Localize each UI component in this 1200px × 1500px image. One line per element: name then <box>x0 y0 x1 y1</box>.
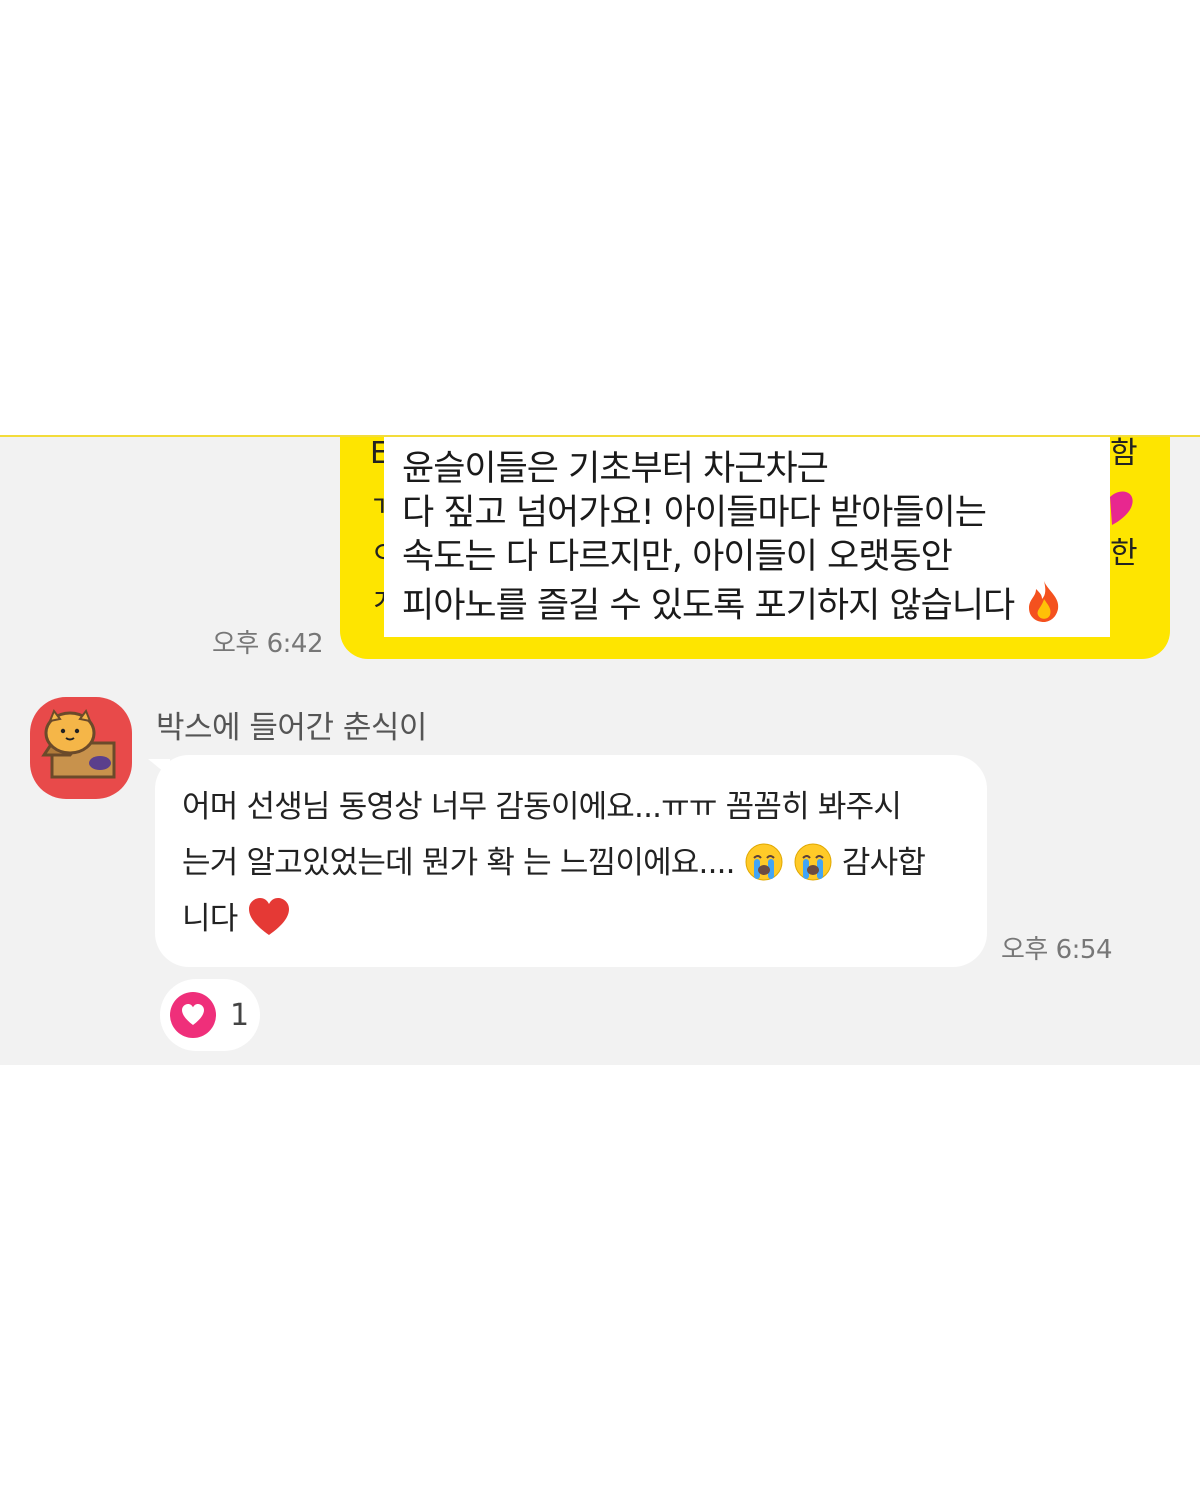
message-text-line: 는거 알고있었는데 뭔가 확 는 느낌이에요.... 감사합 <box>182 835 961 891</box>
pink-heart-icon <box>1110 491 1133 525</box>
chat-panel: E ㄲ ㅇ ㅈ 함 한 윤슬이들은 기초부터 차근차근 다 짚고 넘어가요! 아… <box>0 435 1200 1065</box>
overlay-text-line: 윤슬이들은 기초부터 차근차근 <box>402 449 829 489</box>
incoming-message-bubble[interactable]: 어머 선생님 동영상 너무 감동이에요...ㅠㅠ 꼼꼼히 봐주시 는거 알고있었… <box>155 755 987 967</box>
red-heart-emoji-icon <box>248 898 289 935</box>
sender-name[interactable]: 박스에 들어간 춘식이 <box>156 702 427 747</box>
cat-in-box-icon <box>41 708 116 779</box>
overlay-text-line: 피아노를 즐길 수 있도록 포기하지 않습니다 <box>402 579 1092 628</box>
bubble-edge-char: 함 <box>1110 436 1138 471</box>
reaction-button[interactable]: 1 <box>160 979 260 1051</box>
message-text: 는거 알고있었는데 뭔가 확 는 느낌이에요.... <box>182 845 736 881</box>
bubble-edge-char: 한 <box>1110 536 1138 571</box>
crying-face-emoji-icon <box>745 843 783 881</box>
reaction-count: 1 <box>230 997 250 1033</box>
message-text: 감사합 <box>841 845 926 881</box>
overlay-text-line: 다 짚고 넘어가요! 아이들마다 받아들이는 <box>402 493 987 533</box>
outgoing-message-time: 오후 6:42 <box>212 629 324 659</box>
sender-avatar[interactable] <box>30 697 132 799</box>
message-text: 니다 <box>182 901 238 937</box>
overlay-text-line: 속도는 다 다르지만, 아이들이 오랫동안 <box>402 537 953 577</box>
incoming-message-time: 오후 6:54 <box>1001 935 1113 965</box>
heart-icon <box>170 992 216 1038</box>
fire-emoji-icon <box>1029 581 1059 622</box>
overlay-text: 피아노를 즐길 수 있도록 포기하지 않습니다 <box>402 586 1015 626</box>
message-text-line: 니다 <box>182 891 961 947</box>
message-overlay-card: 윤슬이들은 기초부터 차근차근 다 짚고 넘어가요! 아이들마다 받아들이는 속… <box>384 437 1110 637</box>
message-text-line: 어머 선생님 동영상 너무 감동이에요...ㅠㅠ 꼼꼼히 봐주시 <box>182 789 902 825</box>
crying-face-emoji-icon <box>794 843 832 881</box>
